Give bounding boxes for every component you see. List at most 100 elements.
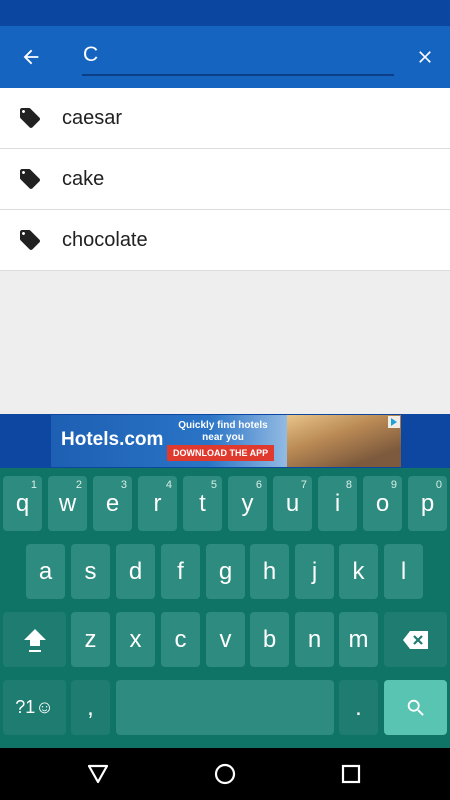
backspace-icon <box>402 630 428 649</box>
triangle-back-icon <box>87 764 109 784</box>
key-label: ?1☺ <box>15 697 54 717</box>
nav-back-button[interactable] <box>84 760 112 788</box>
key-a[interactable]: a <box>26 544 65 599</box>
key-label: h <box>262 557 277 585</box>
soft-keyboard: q1 w2 e3 r4 t5 y6 u7 i8 o9 p0 a s d f g … <box>0 468 450 748</box>
search-icon <box>407 699 424 716</box>
key-label: j <box>311 557 318 585</box>
back-button[interactable] <box>14 40 48 74</box>
system-nav-bar <box>0 748 450 800</box>
key-label: r <box>153 489 162 517</box>
square-recents-icon <box>341 764 361 784</box>
key-label: p <box>420 489 435 517</box>
key-hint: 4 <box>165 479 172 491</box>
circle-home-icon <box>214 763 236 785</box>
key-label: n <box>307 625 322 653</box>
key-label: d <box>128 557 143 585</box>
key-x[interactable]: x <box>116 612 155 667</box>
key-j[interactable]: j <box>295 544 334 599</box>
key-hint: 5 <box>210 479 217 491</box>
key-label: x <box>129 625 142 653</box>
suggestion-label: cake <box>62 167 105 190</box>
symbols-key[interactable]: ?1☺ <box>3 680 66 735</box>
nav-home-button[interactable] <box>211 760 239 788</box>
key-y[interactable]: y6 <box>228 476 267 531</box>
space-key[interactable] <box>116 680 334 735</box>
key-n[interactable]: n <box>295 612 334 667</box>
comma-key[interactable]: , <box>71 680 110 735</box>
key-r[interactable]: r4 <box>138 476 177 531</box>
tag-icon <box>0 228 62 252</box>
key-q[interactable]: q1 <box>3 476 42 531</box>
status-bar <box>0 0 450 26</box>
key-t[interactable]: t5 <box>183 476 222 531</box>
key-label: b <box>262 625 277 653</box>
key-b[interactable]: b <box>250 612 289 667</box>
key-label: c <box>174 625 187 653</box>
nav-recents-button[interactable] <box>337 760 365 788</box>
key-label: g <box>218 557 233 585</box>
key-hint: 9 <box>390 479 397 491</box>
key-label: k <box>352 557 365 585</box>
key-z[interactable]: z <box>71 612 110 667</box>
shift-key[interactable] <box>3 612 66 667</box>
suggestion-label: caesar <box>62 106 123 129</box>
search-key[interactable] <box>384 680 447 735</box>
ad-brand: Hotels.com <box>61 429 164 450</box>
key-label: z <box>84 625 97 653</box>
key-label: l <box>400 557 407 585</box>
key-d[interactable]: d <box>116 544 155 599</box>
key-f[interactable]: f <box>161 544 200 599</box>
key-label: . <box>355 693 362 721</box>
tag-icon <box>0 167 62 191</box>
key-s[interactable]: s <box>71 544 110 599</box>
key-label: i <box>334 489 341 517</box>
key-w[interactable]: w2 <box>48 476 87 531</box>
shift-icon <box>23 628 46 652</box>
ad-banner[interactable]: Hotels.com Quickly find hotels near you … <box>51 415 401 467</box>
search-input[interactable] <box>82 38 394 72</box>
key-label: s <box>84 557 97 585</box>
clear-button[interactable] <box>408 40 442 74</box>
key-v[interactable]: v <box>206 612 245 667</box>
ad-download-button[interactable]: DOWNLOAD THE APP <box>167 445 275 461</box>
ad-banner-band: Hotels.com Quickly find hotels near you … <box>0 414 450 468</box>
search-app-bar <box>0 26 450 88</box>
key-label: a <box>38 557 53 585</box>
ad-choices-icon[interactable] <box>388 416 400 428</box>
key-u[interactable]: u7 <box>273 476 312 531</box>
suggestion-item[interactable]: caesar <box>0 88 450 149</box>
search-field-wrapper <box>82 38 394 76</box>
suggestion-item[interactable]: chocolate <box>0 210 450 271</box>
key-h[interactable]: h <box>250 544 289 599</box>
key-label: o <box>375 489 390 517</box>
key-i[interactable]: i8 <box>318 476 357 531</box>
arrow-back-icon <box>23 49 39 65</box>
key-k[interactable]: k <box>339 544 378 599</box>
key-label: t <box>199 489 206 517</box>
period-key[interactable]: . <box>339 680 378 735</box>
key-hint: 0 <box>435 479 442 491</box>
key-m[interactable]: m <box>339 612 378 667</box>
key-label: v <box>219 625 232 653</box>
key-l[interactable]: l <box>384 544 423 599</box>
close-icon <box>419 51 431 63</box>
key-p[interactable]: p0 <box>408 476 447 531</box>
key-g[interactable]: g <box>206 544 245 599</box>
ad-photo <box>287 415 401 467</box>
key-e[interactable]: e3 <box>93 476 132 531</box>
key-hint: 2 <box>75 479 82 491</box>
key-label: , <box>87 693 94 721</box>
suggestion-item[interactable]: cake <box>0 149 450 210</box>
backspace-key[interactable] <box>384 612 447 667</box>
key-hint: 3 <box>120 479 127 491</box>
key-c[interactable]: c <box>161 612 200 667</box>
key-o[interactable]: o9 <box>363 476 402 531</box>
key-hint: 1 <box>30 479 37 491</box>
suggestion-label: chocolate <box>62 228 148 251</box>
key-label: y <box>241 489 254 517</box>
ad-tagline: Quickly find hotels near you <box>178 420 268 443</box>
tag-icon <box>0 106 62 130</box>
key-hint: 6 <box>255 479 262 491</box>
key-label: m <box>348 625 369 653</box>
